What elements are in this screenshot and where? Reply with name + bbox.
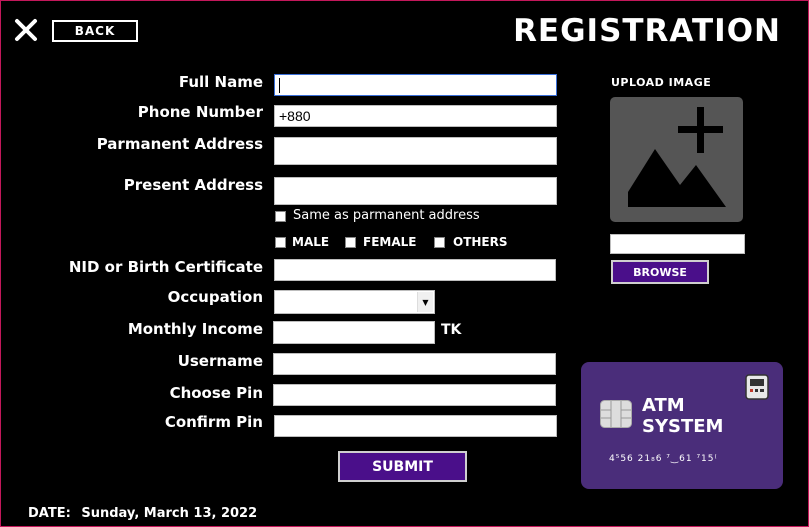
atm-machine-icon (745, 374, 769, 400)
others-checkbox[interactable] (434, 237, 445, 248)
browse-button[interactable]: BROWSE (611, 260, 709, 284)
phone-number-label: Phone Number (137, 103, 263, 121)
nid-label: NID or Birth Certificate (68, 258, 263, 276)
atm-card-logo: ATM SYSTEM 4⁵56 21₈6 ⁷‿61 ⁷15⁽ (581, 362, 783, 489)
username-label: Username (177, 352, 263, 370)
chevron-down-icon[interactable]: ▼ (417, 292, 433, 312)
full-name-label: Full Name (178, 73, 263, 91)
same-address-checkbox[interactable] (275, 211, 286, 222)
image-preview[interactable] (610, 97, 743, 222)
image-path-input[interactable] (610, 234, 745, 254)
upload-image-label: UPLOAD IMAGE (611, 76, 712, 89)
male-checkbox[interactable] (275, 237, 286, 248)
card-chip-icon (600, 400, 632, 428)
permanent-address-input[interactable] (274, 137, 557, 165)
choose-pin-label: Choose Pin (169, 384, 263, 402)
atm-title-line1: ATM (642, 395, 685, 416)
add-image-icon (628, 107, 726, 207)
card-number: 4⁵56 21₈6 ⁷‿61 ⁷15⁽ (609, 454, 718, 464)
same-address-label: Same as parmanent address (293, 208, 480, 223)
date-value: Sunday, March 13, 2022 (81, 506, 258, 521)
occupation-select[interactable]: ▼ (274, 290, 435, 314)
date-display: DATE: Sunday, March 13, 2022 (28, 506, 257, 521)
occupation-label: Occupation (167, 288, 263, 306)
male-label: MALE (292, 235, 330, 249)
date-label: DATE: (28, 506, 71, 521)
female-label: FEMALE (363, 235, 417, 249)
username-input[interactable] (273, 353, 556, 375)
text-cursor (279, 77, 280, 93)
registration-window: BACK REGISTRATION Full Name Phone Number… (0, 0, 809, 527)
phone-number-input[interactable]: +880 (274, 105, 557, 127)
monthly-income-input[interactable] (273, 321, 435, 344)
atm-title-line2: SYSTEM (642, 416, 724, 437)
permanent-address-label: Parmanent Address (96, 135, 263, 153)
nid-input[interactable] (274, 259, 556, 281)
present-address-input[interactable] (274, 177, 557, 205)
currency-unit: TK (441, 322, 462, 338)
choose-pin-input[interactable] (273, 384, 556, 406)
close-icon[interactable] (13, 17, 39, 43)
phone-number-value: +880 (279, 108, 311, 124)
monthly-income-label: Monthly Income (127, 320, 263, 338)
others-label: OTHERS (453, 235, 508, 249)
confirm-pin-input[interactable] (274, 415, 557, 437)
submit-button[interactable]: SUBMIT (338, 451, 467, 482)
back-button[interactable]: BACK (52, 20, 138, 42)
female-checkbox[interactable] (345, 237, 356, 248)
present-address-label: Present Address (123, 176, 263, 194)
page-title: REGISTRATION (513, 13, 781, 49)
full-name-input[interactable] (274, 74, 557, 96)
confirm-pin-label: Confirm Pin (164, 413, 263, 431)
